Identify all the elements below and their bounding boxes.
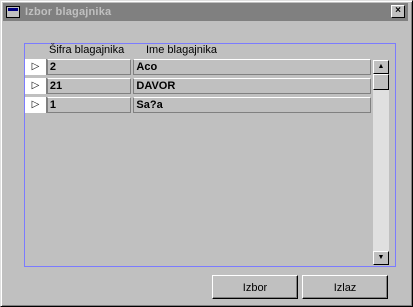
cashier-grid: ▷ 2 Aco ▷ 21 DAVOR ▷ 1 Sa?a bbox=[25, 59, 371, 116]
row-indicator-icon[interactable]: ▷ bbox=[25, 59, 47, 75]
table-row[interactable]: ▷ 1 Sa?a bbox=[25, 97, 371, 113]
vertical-scrollbar[interactable]: ▲ ▼ bbox=[373, 60, 389, 265]
title-bar[interactable]: Izbor blagajnika × bbox=[3, 3, 408, 21]
window-title: Izbor blagajnika bbox=[25, 6, 112, 18]
scroll-up-arrow-icon[interactable]: ▲ bbox=[373, 60, 389, 74]
column-header-code[interactable]: Šifra blagajnika bbox=[49, 44, 124, 56]
cell-name[interactable]: Aco bbox=[133, 59, 371, 75]
cell-name[interactable]: DAVOR bbox=[133, 78, 371, 94]
table-row[interactable]: ▷ 21 DAVOR bbox=[25, 78, 371, 94]
cell-name[interactable]: Sa?a bbox=[133, 97, 371, 113]
scroll-thumb[interactable] bbox=[373, 74, 389, 90]
row-indicator-icon[interactable]: ▷ bbox=[25, 78, 47, 94]
column-header-name[interactable]: Ime blagajnika bbox=[146, 44, 217, 56]
select-button[interactable]: Izbor bbox=[212, 275, 298, 299]
app-icon[interactable] bbox=[6, 6, 20, 18]
cell-code[interactable]: 1 bbox=[46, 97, 132, 113]
row-indicator-icon[interactable]: ▷ bbox=[25, 97, 47, 113]
close-button[interactable]: × bbox=[391, 5, 405, 18]
table-row[interactable]: ▷ 2 Aco bbox=[25, 59, 371, 75]
cell-code[interactable]: 21 bbox=[46, 78, 132, 94]
exit-button[interactable]: Izlaz bbox=[302, 275, 388, 299]
scroll-down-arrow-icon[interactable]: ▼ bbox=[373, 251, 389, 265]
cell-code[interactable]: 2 bbox=[46, 59, 132, 75]
